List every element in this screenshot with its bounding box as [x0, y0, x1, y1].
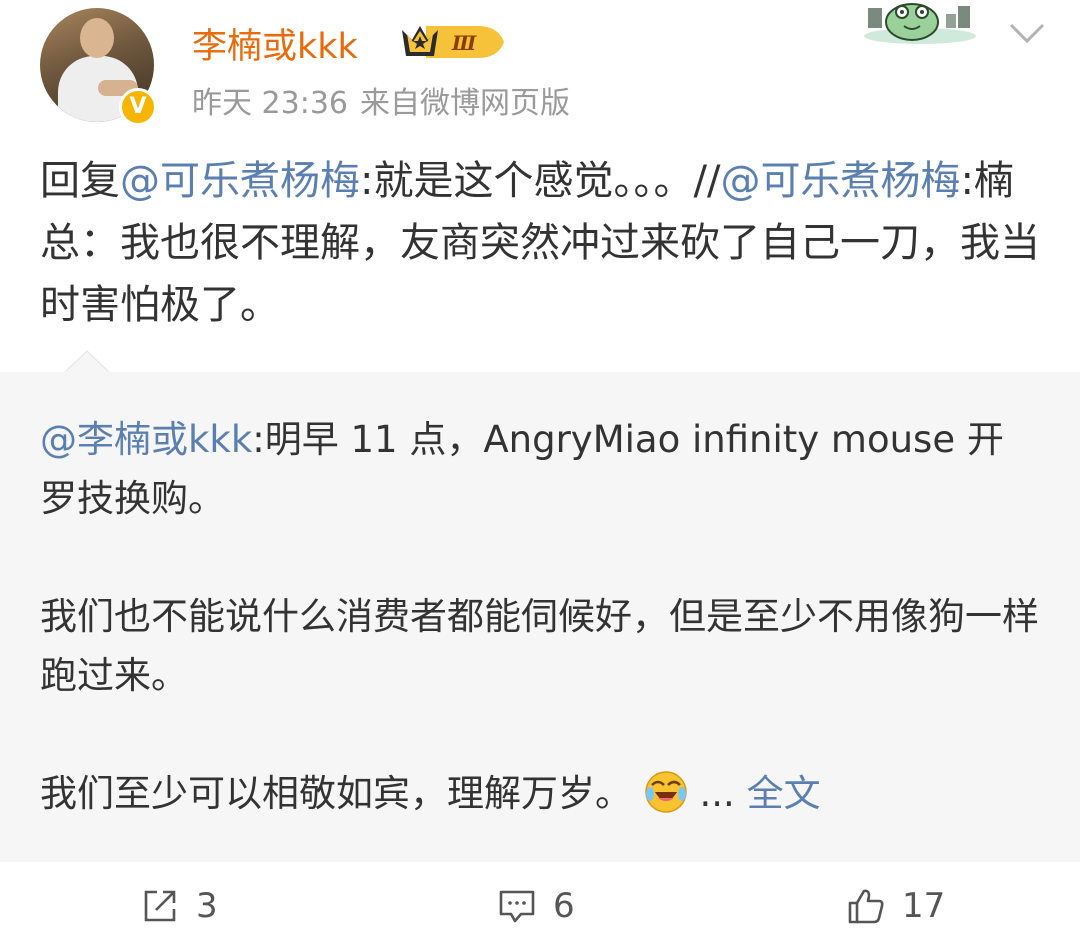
- repost-paragraph: 我们至少可以相敬如宾，理解万岁。 ... 全文: [40, 764, 1040, 823]
- comment-count: 6: [553, 886, 575, 926]
- post-meta: 昨天 23:36 来自微博网页版: [192, 78, 570, 122]
- repost-paragraph: 我们也不能说什么消费者都能伺候好，但是至少不用像狗一样跑过来。: [40, 595, 1039, 697]
- username[interactable]: 李楠或kkk: [192, 18, 358, 69]
- mention-link[interactable]: @可乐煮杨梅: [120, 158, 360, 204]
- like-count: 17: [902, 886, 946, 926]
- share-count: 3: [196, 886, 218, 926]
- post-time: 昨天 23:36: [192, 86, 348, 121]
- action-bar: 3 6 17: [0, 862, 1080, 950]
- comment-button[interactable]: 6: [497, 884, 575, 928]
- chevron-down-icon[interactable]: [1008, 20, 1046, 46]
- repost-pointer: [64, 350, 110, 373]
- post-text: 回复@可乐煮杨梅:就是这个感觉。。。//@可乐煮杨梅:楠总：我也很不理解，友商突…: [40, 150, 1050, 336]
- like-icon: [848, 889, 884, 924]
- svg-text:Ⅲ: Ⅲ: [451, 31, 477, 55]
- repost-text: 我们至少可以相敬如宾，理解万岁。: [40, 772, 632, 815]
- crown-vip-icon[interactable]: Ⅲ: [398, 20, 508, 64]
- verified-badge-icon: V: [119, 88, 157, 126]
- post-header: V 李楠或kkk Ⅲ 昨天 23:36 来自微博网页版: [0, 0, 1080, 140]
- frog-card-decoration: [864, 3, 976, 44]
- laugh-cry-emoji-icon: [645, 771, 687, 813]
- repost-paragraph: @李楠或kkk:明早 11 点，AngryMiao infinity mouse…: [40, 410, 1040, 528]
- avatar-face: [80, 18, 114, 58]
- share-icon: [144, 890, 176, 922]
- quoted-mention-link[interactable]: @可乐煮杨梅: [720, 158, 960, 204]
- like-button[interactable]: 17: [846, 884, 945, 928]
- repost-card[interactable]: @李楠或kkk:明早 11 点，AngryMiao infinity mouse…: [0, 350, 1080, 862]
- share-button[interactable]: 3: [140, 884, 218, 928]
- post-source: 来自微博网页版: [360, 86, 570, 121]
- comment-icon: [499, 890, 535, 923]
- repost-mention-link[interactable]: @李楠或kkk: [40, 418, 252, 461]
- reply-prefix: 回复: [40, 158, 120, 204]
- repost-body: @李楠或kkk:明早 11 点，AngryMiao infinity mouse…: [40, 410, 1040, 823]
- ellipsis: ...: [687, 772, 747, 815]
- full-text-link[interactable]: 全文: [747, 772, 821, 815]
- reply-text: :就是这个感觉。。。//: [360, 158, 721, 204]
